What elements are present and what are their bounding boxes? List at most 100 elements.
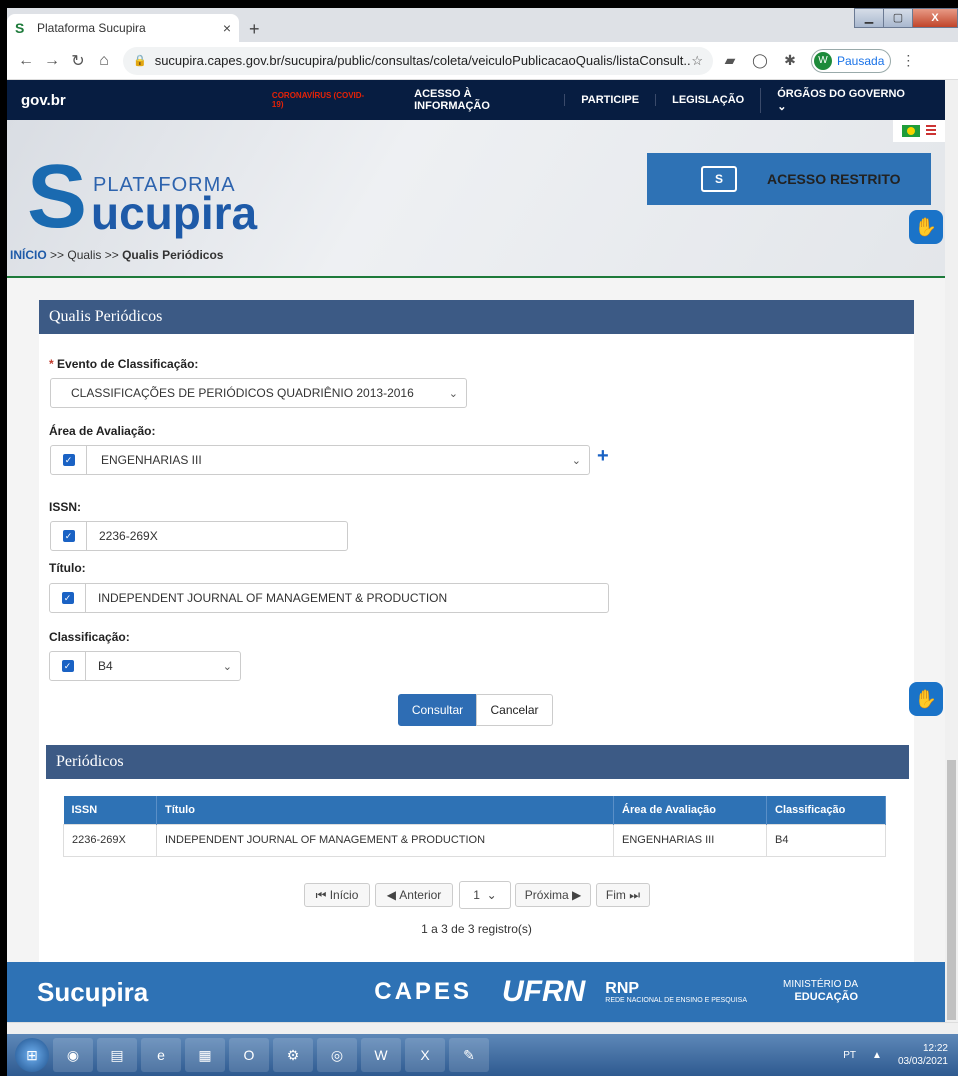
language-indicator[interactable]: PT [843, 1050, 856, 1061]
table-row[interactable]: 2236-269X INDEPENDENT JOURNAL OF MANAGEM… [63, 823, 886, 857]
reload-icon[interactable]: ↻ [65, 51, 91, 71]
col-classificacao[interactable]: Classificação [766, 796, 886, 824]
pager-next-label: Próxima [524, 888, 569, 902]
issn-field[interactable]: ✓ 2236-269X [50, 521, 348, 551]
chevron-down-icon: ⌄ [486, 888, 497, 902]
explorer-folder-icon[interactable]: ▤ [97, 1038, 137, 1072]
checkmark-icon: ✓ [62, 454, 75, 466]
pager-prev-button[interactable]: ◀ Anterior [375, 883, 453, 907]
scrollbar-thumb[interactable] [947, 760, 956, 1020]
maximize-button[interactable]: ▢ [883, 8, 913, 28]
brazil-flag-icon[interactable] [902, 125, 920, 137]
cell-classificacao: B4 [766, 823, 886, 857]
address-bar[interactable]: 🔒 sucupira.capes.gov.br/sucupira/public/… [123, 46, 713, 75]
us-flag-icon[interactable] [926, 125, 936, 137]
calculator-icon[interactable]: ▦ [185, 1038, 225, 1072]
breadcrumb-home[interactable]: INÍCIO [10, 248, 47, 262]
menu-kebab-icon[interactable]: ⋮ [895, 52, 921, 69]
restricted-access-button[interactable]: S ACESSO RESTRITO [647, 153, 931, 205]
clock-date: 03/03/2021 [897, 1056, 948, 1067]
table-header-row: ISSN Título Área de Avaliação Classifica… [63, 796, 886, 824]
browser-tab[interactable]: S Plataforma Sucupira × [7, 14, 239, 42]
footer-mec-logo[interactable]: MINISTÉRIO DA EDUCAÇÃO [783, 979, 858, 1004]
checkmark-icon: ✓ [61, 660, 74, 672]
excel-icon[interactable]: X [405, 1038, 445, 1072]
forward-icon[interactable]: → [39, 52, 65, 70]
pager-next-button[interactable]: Próxima ▶ [515, 883, 591, 907]
area-checkbox[interactable]: ✓ [51, 446, 87, 474]
page-select[interactable]: 1 ⌄ [459, 881, 511, 909]
vertical-scrollbar[interactable] [945, 80, 958, 1022]
gov-link-orgaos[interactable]: ÓRGÃOS DO GOVERNO ⌄ [760, 87, 931, 113]
footer-sucupira-logo[interactable]: Sucupira [37, 977, 148, 1008]
prev-page-icon: ◀ [386, 888, 400, 902]
footer-rnp-logo[interactable]: RNP REDE NACIONAL DE ENSINO E PESQUISA [605, 979, 748, 1004]
add-area-icon[interactable]: + [597, 445, 609, 468]
gov-link-legislacao[interactable]: LEGISLAÇÃO [655, 94, 760, 106]
gov-link-participe[interactable]: PARTICIPE [564, 94, 655, 106]
word-icon[interactable]: W [361, 1038, 401, 1072]
checkmark-icon: ✓ [61, 592, 74, 604]
back-icon[interactable]: ← [13, 52, 39, 70]
area-select[interactable]: ✓ ENGENHARIAS III ⌄ [50, 445, 590, 475]
next-page-icon: ▶ [568, 888, 582, 902]
profile-button[interactable]: W Pausada [811, 48, 892, 73]
pager-first-button[interactable]: ⏮ Início [304, 883, 370, 907]
govbr-logo[interactable]: gov.br [21, 92, 272, 109]
titulo-label: Título: [49, 561, 86, 575]
bookmark-star-icon[interactable]: ☆ [691, 53, 703, 69]
mec-top: MINISTÉRIO DA [783, 979, 859, 991]
clock[interactable]: 12:22 03/03/2021 [898, 1042, 948, 1068]
network-app-icon[interactable]: ⚙ [273, 1038, 313, 1072]
internet-explorer-icon[interactable]: e [141, 1038, 181, 1072]
titulo-value: INDEPENDENT JOURNAL OF MANAGEMENT & PROD… [98, 591, 448, 605]
start-button[interactable]: ⊞ [15, 1038, 49, 1072]
sign-language-icon[interactable]: ✋ [909, 682, 943, 716]
covid-link[interactable]: CORONAVÍRUS (COVID-19) [272, 91, 374, 109]
outlook-icon[interactable]: O [229, 1038, 269, 1072]
col-titulo[interactable]: Título [156, 796, 614, 824]
consultar-button[interactable]: Consultar [398, 694, 477, 726]
rnp-subtitle: REDE NACIONAL DE ENSINO E PESQUISA [605, 996, 748, 1004]
minimize-button[interactable]: ▁ [854, 8, 884, 28]
extension-flag-icon[interactable]: ▰ [717, 52, 743, 69]
tray-arrow-icon[interactable]: ▲ [872, 1050, 882, 1061]
breadcrumb-qualis[interactable]: Qualis [67, 248, 101, 262]
paint-icon[interactable]: ✎ [449, 1038, 489, 1072]
pager-last-button[interactable]: Fim ⏭ [596, 883, 650, 907]
sign-language-icon[interactable]: ✋ [909, 210, 943, 244]
checkmark-icon: ✓ [62, 530, 75, 542]
extension-circle-icon[interactable]: ◯ [747, 52, 773, 69]
col-area[interactable]: Área de Avaliação [613, 796, 767, 824]
rnp-text: RNP [605, 979, 640, 997]
restricted-access-label: ACESSO RESTRITO [767, 171, 901, 187]
monitor-icon: S [701, 166, 737, 192]
horizontal-scrollbar[interactable] [7, 1022, 958, 1034]
new-tab-icon[interactable]: + [249, 19, 260, 40]
sucupira-favicon-icon: S [15, 20, 25, 36]
classificacao-label: Classificação: [49, 630, 130, 644]
home-icon[interactable]: ⌂ [91, 52, 117, 70]
first-page-icon: ⏮ [315, 887, 330, 902]
sucupira-logo[interactable]: S PLATAFORMA ucupira [27, 132, 287, 242]
close-window-button[interactable]: X [912, 8, 958, 28]
col-issn[interactable]: ISSN [63, 796, 157, 824]
titulo-field[interactable]: ✓ INDEPENDENT JOURNAL OF MANAGEMENT & PR… [49, 583, 609, 613]
tab-close-icon[interactable]: × [223, 20, 231, 36]
chevron-down-icon: ⌄ [222, 660, 232, 673]
evento-select[interactable]: CLASSIFICAÇÕES DE PERIÓDICOS QUADRIÊNIO … [50, 378, 467, 408]
extensions-puzzle-icon[interactable]: ✱ [777, 52, 803, 69]
issn-checkbox[interactable]: ✓ [51, 522, 87, 550]
sucupira-swoosh-icon: S [27, 147, 88, 247]
chrome-icon[interactable]: ◎ [317, 1038, 357, 1072]
classificacao-checkbox[interactable]: ✓ [50, 652, 86, 680]
area-label: Área de Avaliação: [49, 424, 156, 438]
footer-ufrn-logo[interactable]: UFRN [502, 975, 585, 1009]
classificacao-select[interactable]: ✓ B4 ⌄ [49, 651, 241, 681]
camera-app-icon[interactable]: ◉ [53, 1038, 93, 1072]
footer-capes-logo[interactable]: CAPES [374, 978, 472, 1006]
mec-bottom: EDUCAÇÃO [794, 991, 859, 1004]
cancelar-button[interactable]: Cancelar [476, 694, 553, 726]
titulo-checkbox[interactable]: ✓ [50, 584, 86, 612]
gov-link-acesso[interactable]: ACESSO À INFORMAÇÃO [398, 88, 564, 112]
